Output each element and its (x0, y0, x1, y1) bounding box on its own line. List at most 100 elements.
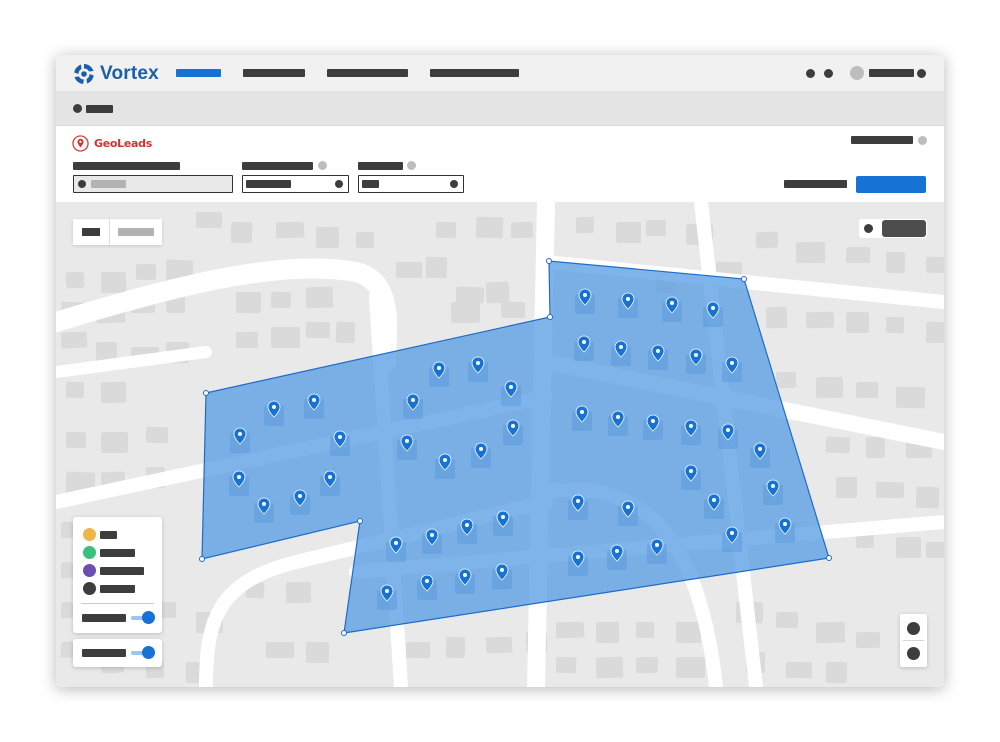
polygon-vertex-handle[interactable] (203, 390, 209, 396)
building-block (815, 376, 844, 399)
map-option-label (82, 649, 126, 657)
layer-indicator-icon (864, 224, 873, 233)
building-block (475, 216, 504, 239)
building-block (645, 219, 667, 237)
legend-divider (81, 603, 154, 604)
account-info-icon[interactable] (918, 136, 927, 145)
legend-swatch-1 (83, 528, 96, 541)
building-block (60, 331, 88, 349)
zoom-out-icon[interactable] (907, 647, 920, 660)
zoom-in-icon[interactable] (907, 622, 920, 635)
polygon-vertex-handle[interactable] (826, 555, 832, 561)
legend-label-1 (100, 531, 117, 539)
building-block (145, 426, 169, 444)
building-block (510, 221, 534, 239)
building-block (555, 656, 577, 674)
building-block (396, 262, 422, 278)
building-block (65, 271, 85, 289)
filter-2-value (246, 180, 291, 188)
polygon-vertex-handle[interactable] (741, 276, 747, 282)
notifications-icon[interactable] (806, 69, 815, 78)
building-block (435, 221, 457, 239)
filter-3-value (362, 180, 379, 188)
legend-toggle-switch[interactable] (131, 611, 155, 624)
filter-3-label (358, 162, 403, 170)
breadcrumb-icon (73, 104, 82, 113)
building-block (356, 232, 374, 248)
primary-action-button[interactable] (856, 176, 926, 193)
layer-select[interactable] (882, 220, 926, 237)
building-block (425, 256, 448, 279)
building-block (455, 286, 485, 304)
building-block (846, 247, 870, 263)
building-block (101, 432, 128, 453)
building-block (595, 621, 620, 644)
nav-tab-active[interactable] (176, 69, 221, 77)
map-canvas[interactable] (56, 202, 944, 687)
filter-1-input[interactable] (73, 175, 233, 193)
building-block (616, 222, 641, 243)
building-block (836, 477, 857, 498)
building-block (856, 382, 878, 398)
nav-tab-4[interactable] (430, 69, 519, 77)
filter-2-info-icon[interactable] (318, 161, 327, 170)
building-block (775, 611, 799, 629)
building-block (450, 301, 481, 324)
nav-tab-2[interactable] (243, 69, 305, 77)
building-block (485, 636, 513, 654)
user-avatar[interactable] (850, 66, 864, 80)
building-block (895, 386, 926, 409)
map-option-toggle[interactable] (131, 646, 155, 659)
zoom-divider (903, 640, 924, 641)
building-block (595, 656, 624, 679)
filter-3-select[interactable] (358, 175, 464, 193)
building-block (65, 381, 85, 399)
building-block (825, 661, 848, 684)
filter-2-select[interactable] (242, 175, 349, 193)
map-type-option-1[interactable] (82, 228, 100, 236)
polygon-vertex-handle[interactable] (546, 258, 552, 264)
account-label (851, 136, 913, 144)
filter-1-value (91, 180, 126, 188)
map-option-toggle-knob (142, 646, 155, 659)
polygon-vertex-handle[interactable] (547, 314, 553, 320)
polygon-vertex-handle[interactable] (357, 518, 363, 524)
user-name-placeholder[interactable] (869, 69, 914, 77)
breadcrumb-item[interactable] (86, 105, 113, 113)
help-icon[interactable] (824, 69, 833, 78)
map-layer-control[interactable] (859, 219, 927, 238)
building-block (636, 622, 654, 638)
building-block (635, 656, 659, 674)
building-block (795, 241, 826, 264)
user-menu-chevron-icon[interactable] (917, 69, 926, 78)
building-block (275, 221, 305, 239)
map-type-option-2[interactable] (118, 228, 154, 236)
building-block (405, 641, 431, 659)
filter-3-info-icon[interactable] (407, 161, 416, 170)
building-block (235, 331, 259, 349)
building-block (805, 311, 835, 329)
building-block (305, 286, 334, 309)
polygon-vertex-handle[interactable] (199, 556, 205, 562)
map-view[interactable] (56, 202, 944, 687)
building-block (445, 636, 466, 659)
product-name: GeoLeads (94, 137, 152, 150)
legend-label-4 (100, 585, 135, 593)
polygon-vertex-handle[interactable] (341, 630, 347, 636)
secondary-action-link[interactable] (784, 180, 847, 188)
nav-tab-3[interactable] (327, 69, 408, 77)
map-option-card (73, 639, 162, 667)
app-name: Vortex (100, 63, 159, 84)
building-block (65, 431, 87, 449)
building-block (915, 486, 940, 509)
building-block (285, 581, 312, 604)
legend-swatch-3 (83, 564, 96, 577)
filter-3-chevron-icon (450, 179, 458, 188)
legend-toggle-knob (142, 611, 155, 624)
top-navigation-bar: Vortex (56, 55, 944, 92)
building-block (271, 327, 300, 348)
building-block (765, 306, 788, 329)
building-block (335, 321, 356, 344)
app-logo[interactable]: Vortex (72, 61, 159, 87)
building-block (266, 642, 294, 658)
